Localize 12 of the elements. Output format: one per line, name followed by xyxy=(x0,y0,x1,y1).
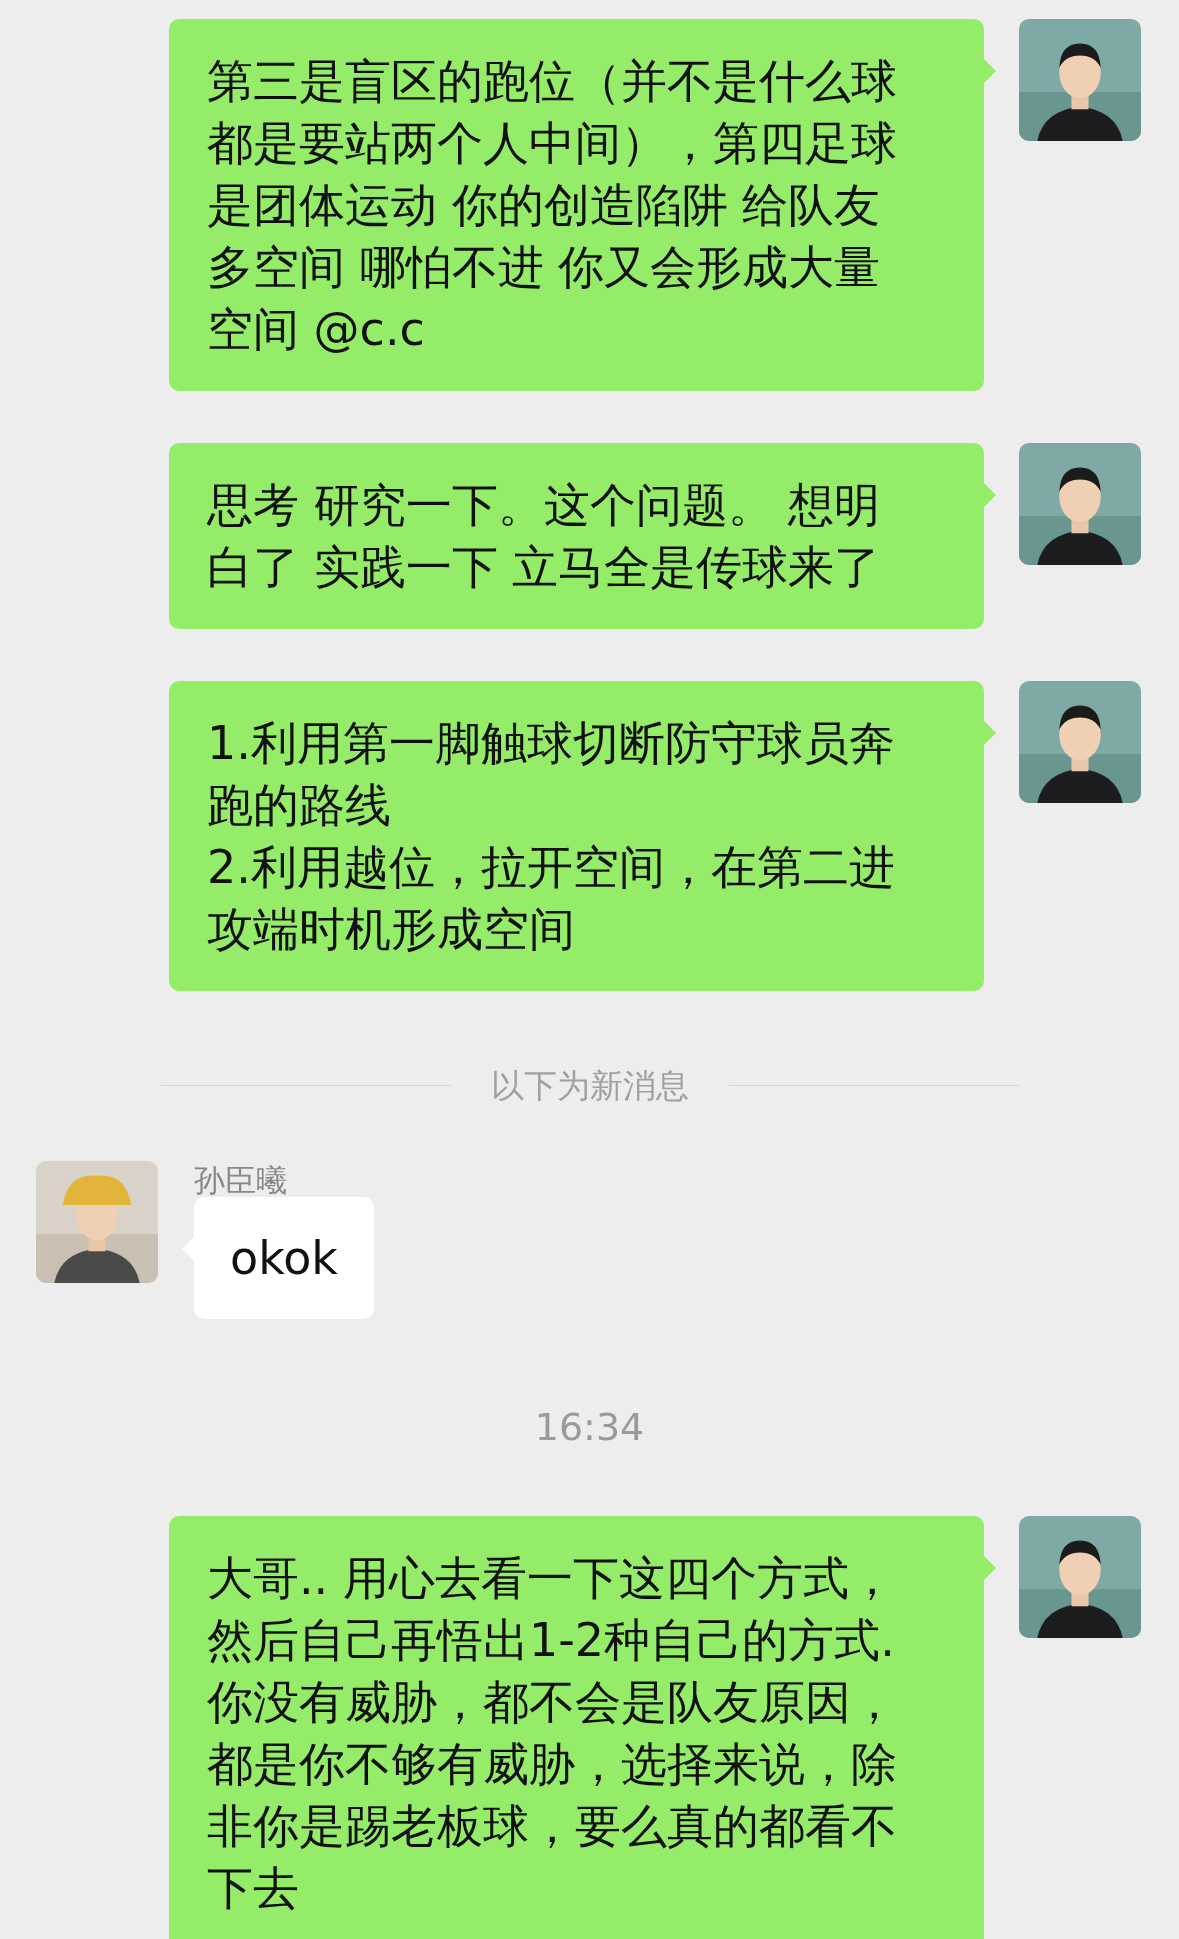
timestamp: 16:34 xyxy=(534,1403,645,1451)
message-bubble: 思考 研究一下。这个问题。 想明白了 实践一下 立马全是传球来了 xyxy=(169,443,984,629)
bubble-tail xyxy=(984,721,996,745)
message-bubble: 1.利用第一脚触球切断防守球员奔跑的路线 2.利用越位，拉开空间，在第二进攻端时机形成空间 xyxy=(169,681,984,991)
sender-name: 孙臣曦 xyxy=(193,1160,288,1199)
bubble-tail xyxy=(984,483,996,507)
bubble-tail xyxy=(984,59,996,83)
message-bubble: okok xyxy=(194,1196,374,1319)
bubble-tail xyxy=(984,1555,996,1580)
message-bubble: 大哥.. 用心去看一下这四个方式，然后自己再悟出1-2种自己的方式. 你没有威胁，都不会是队友原因，都是你不够有威胁，选择来说，除非你是踢老板球，要么真的都看不下去 xyxy=(169,1515,984,1939)
new-messages-divider: 以下为新消息 xyxy=(490,1065,689,1107)
message-bubble: 第三是盲区的跑位（并不是什么球都是要站两个人中间），第四足球是团体运动 你的创造陷阱 给队友多空间 哪怕不进 你又会形成大量空间 @c.c xyxy=(169,19,984,391)
